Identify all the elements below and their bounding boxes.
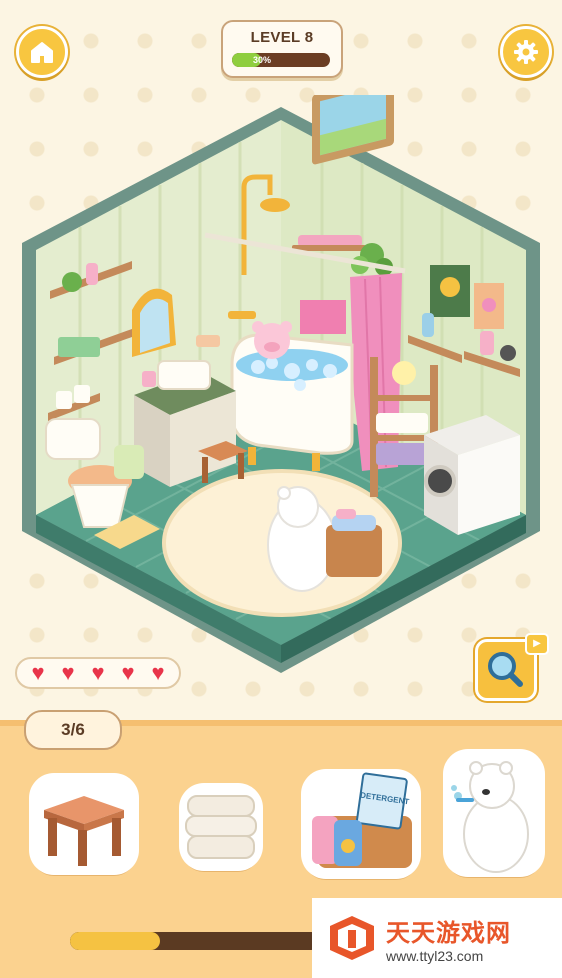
watermark-url: www.ttyl23.com xyxy=(386,947,484,964)
detergent-icon xyxy=(312,772,412,868)
site-watermark: 天天游戏网 www.ttyl23.com xyxy=(312,898,562,978)
heart-icon: ♥ xyxy=(61,660,75,685)
collection-progress-bar xyxy=(70,932,320,950)
watermark-logo-icon xyxy=(330,916,374,960)
tray-item-folded-towels[interactable] xyxy=(182,786,260,868)
found-counter: 3/6 xyxy=(24,710,122,750)
diffuser-bottle[interactable] xyxy=(86,263,98,285)
toilet-paper-roll[interactable] xyxy=(56,391,72,409)
window-shelf xyxy=(292,245,366,251)
succulent-plant[interactable] xyxy=(62,272,82,292)
trash-bin[interactable] xyxy=(114,445,144,479)
washing-machine[interactable] xyxy=(424,415,520,535)
tray-item-wooden-stool[interactable] xyxy=(32,776,136,872)
heart-icon: ♥ xyxy=(151,660,165,685)
blue-bottle[interactable] xyxy=(422,313,434,337)
collection-progress-fill xyxy=(70,932,160,950)
level-title: LEVEL 8 xyxy=(250,29,314,46)
level-progress-text: 30% xyxy=(252,55,271,65)
heart-icon: ♥ xyxy=(91,660,105,685)
toiletries-basket[interactable] xyxy=(58,337,100,357)
hanging-towel[interactable] xyxy=(300,300,346,334)
bear-icon xyxy=(451,761,529,873)
laundry-basket[interactable] xyxy=(326,525,382,577)
shower-head[interactable] xyxy=(260,198,290,212)
tray-item-detergent-basket[interactable]: DETERGENT xyxy=(304,772,418,876)
lives-bar: ♥ ♥ ♥ ♥ ♥ xyxy=(15,657,181,689)
level-panel: LEVEL 8 30% xyxy=(221,20,343,78)
pink-bottle[interactable] xyxy=(480,331,494,355)
level-progress-bar: 30% xyxy=(232,53,330,67)
stool-icon xyxy=(44,796,124,866)
heart-icon: ♥ xyxy=(121,660,135,685)
tray-item-bear-brushing-teeth[interactable] xyxy=(446,752,542,874)
watermark-title: 天天游戏网 xyxy=(386,919,511,947)
soap-bar[interactable] xyxy=(196,335,220,347)
heart-icon: ♥ xyxy=(31,660,45,685)
towels-icon xyxy=(185,795,257,859)
tub-faucet[interactable] xyxy=(228,311,256,319)
video-play-icon: ▶ xyxy=(525,633,549,655)
home-button[interactable] xyxy=(16,26,68,78)
room-scene[interactable] xyxy=(0,95,562,685)
toilet-paper-roll-2[interactable] xyxy=(74,385,90,403)
stacked-stones[interactable] xyxy=(500,345,516,361)
bathtub[interactable] xyxy=(230,333,354,471)
gear-icon xyxy=(514,40,538,64)
home-icon xyxy=(31,42,53,63)
settings-button[interactable] xyxy=(500,26,552,78)
